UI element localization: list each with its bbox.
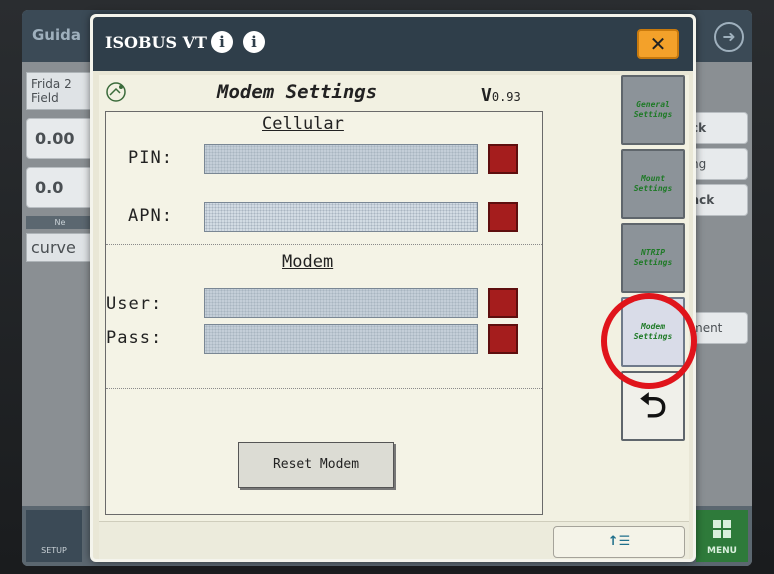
softkey-mount-settings[interactable]: Mount Settings bbox=[621, 149, 685, 219]
vt-content: Modem Settings V0.93 Cellular PIN: APN: … bbox=[99, 75, 697, 559]
menu-label: MENU bbox=[707, 546, 737, 556]
satellite-logo-icon bbox=[106, 82, 126, 102]
info-icon[interactable]: i bbox=[211, 31, 233, 53]
background-left-panel: Frida 2 Field 0.00 0.0 Ne curve bbox=[22, 68, 98, 266]
pass-field[interactable] bbox=[204, 324, 478, 354]
pin-status-indicator bbox=[488, 144, 518, 174]
close-button[interactable]: ✕ bbox=[637, 29, 679, 59]
page-nav-button[interactable]: ↑☰ bbox=[553, 526, 685, 558]
pass-status-indicator bbox=[488, 324, 518, 354]
info-icon[interactable]: i bbox=[243, 31, 265, 53]
mask-title: Modem Settings bbox=[217, 81, 378, 103]
setup-label: SETUP bbox=[41, 546, 67, 555]
background-value: 0.0 bbox=[26, 167, 94, 208]
user-label: User: bbox=[106, 294, 163, 314]
highlight-circle bbox=[601, 293, 697, 389]
grid-icon bbox=[713, 520, 731, 538]
page-nav-icon: ↑☰ bbox=[607, 534, 631, 549]
version-number: 0.93 bbox=[491, 90, 521, 104]
settings-panel: Cellular PIN: APN: Modem User: Pass: Res… bbox=[105, 111, 543, 515]
background-title: Guida bbox=[32, 26, 81, 44]
background-label: Ne bbox=[26, 216, 94, 229]
pass-label: Pass: bbox=[106, 328, 163, 348]
modem-section-title: Modem bbox=[282, 252, 334, 272]
background-value: 0.00 bbox=[26, 118, 94, 159]
vt-titlebar: ISOBUS VT i i ✕ bbox=[93, 17, 693, 71]
pin-field[interactable] bbox=[204, 144, 478, 174]
version-prefix: V bbox=[481, 85, 492, 106]
background-curve-card: curve bbox=[26, 233, 94, 262]
isobus-vt-window: ISOBUS VT i i ✕ Modem Settings V0.93 Cel… bbox=[90, 14, 697, 562]
section-divider bbox=[106, 244, 542, 245]
user-status-indicator bbox=[488, 288, 518, 318]
background-card-line: Field bbox=[31, 91, 59, 105]
version-label: V0.93 bbox=[481, 85, 521, 106]
background-field-card: Frida 2 Field bbox=[26, 72, 94, 110]
reset-modem-button[interactable]: Reset Modem bbox=[238, 442, 394, 488]
vt-bottom-bar: ↑☰ bbox=[99, 521, 689, 559]
background-card-line: Frida 2 bbox=[31, 77, 72, 91]
apn-label: APN: bbox=[128, 206, 173, 226]
section-divider bbox=[106, 388, 542, 389]
pin-label: PIN: bbox=[128, 148, 173, 168]
apn-status-indicator bbox=[488, 202, 518, 232]
menu-button: MENU bbox=[696, 510, 748, 562]
forward-icon: ➜ bbox=[714, 22, 744, 52]
setup-button: SETUP bbox=[26, 510, 82, 562]
apn-field[interactable] bbox=[204, 202, 478, 232]
modem-settings-mask: Modem Settings V0.93 Cellular PIN: APN: … bbox=[99, 75, 547, 521]
user-field[interactable] bbox=[204, 288, 478, 318]
vt-title: ISOBUS VT bbox=[105, 33, 207, 52]
cellular-section-title: Cellular bbox=[262, 114, 344, 134]
softkey-ntrip-settings[interactable]: NTRIP Settings bbox=[621, 223, 685, 293]
softkey-general-settings[interactable]: General Settings bbox=[621, 75, 685, 145]
back-arrow-icon: ⮌ bbox=[639, 386, 667, 426]
